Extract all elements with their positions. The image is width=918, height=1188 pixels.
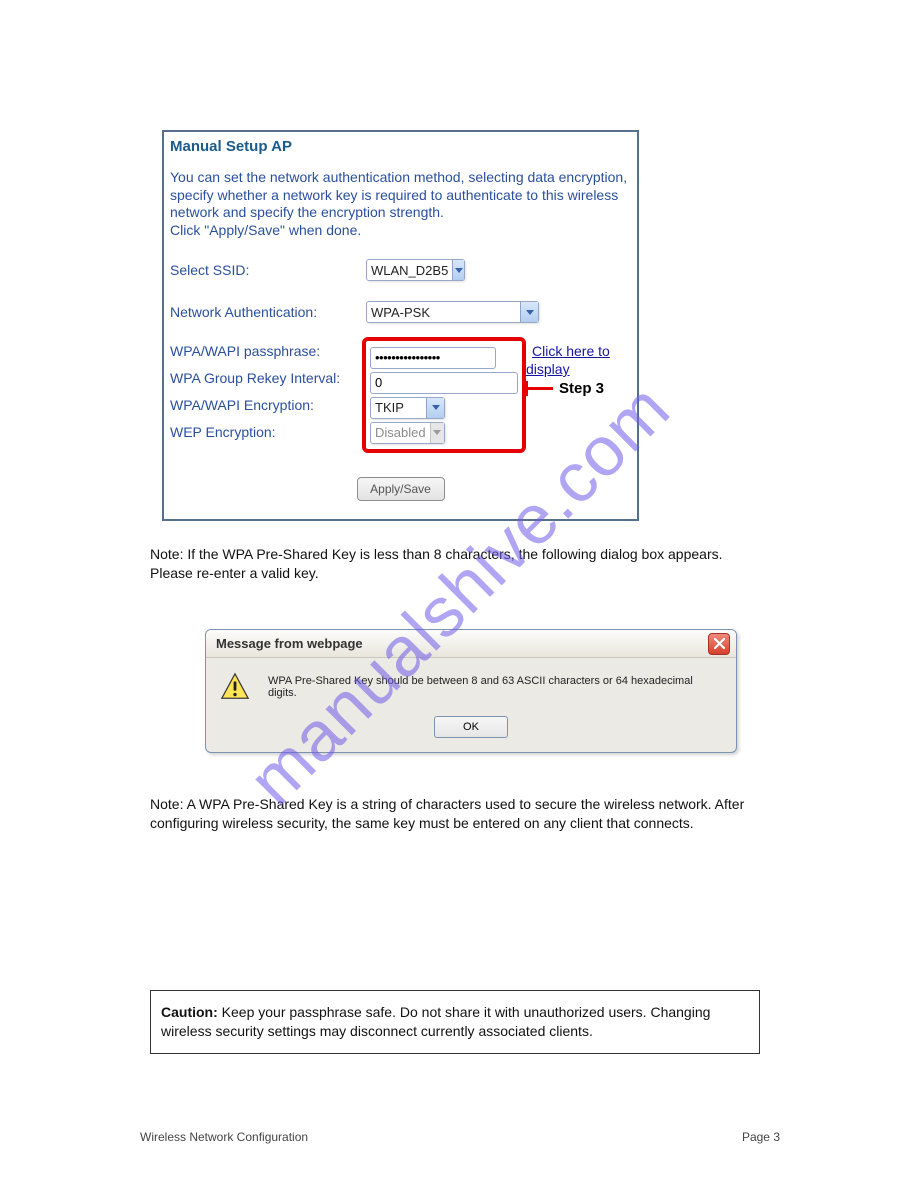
note-before-dialog: Note: If the WPA Pre-Shared Key is less … <box>150 545 760 583</box>
ssid-select[interactable]: WLAN_D2B5 <box>366 259 465 281</box>
encryption-value: TKIP <box>371 400 426 415</box>
note-after-dialog: Note: A WPA Pre-Shared Key is a string o… <box>150 795 750 833</box>
close-icon <box>714 638 725 649</box>
page-footer: Wireless Network Configuration Page 3 <box>140 1130 780 1144</box>
ssid-value: WLAN_D2B5 <box>367 263 452 278</box>
caution-body: Keep your passphrase safe. Do not share … <box>161 1004 710 1039</box>
ssid-label: Select SSID: <box>170 262 366 278</box>
footer-left: Wireless Network Configuration <box>140 1130 308 1144</box>
wep-value: Disabled <box>371 425 430 440</box>
dialog-message: WPA Pre-Shared Key should be between 8 a… <box>268 675 722 699</box>
display-passphrase-link[interactable]: Click here to display <box>526 343 610 377</box>
footer-right: Page 3 <box>742 1130 780 1144</box>
close-button[interactable] <box>708 633 730 655</box>
chevron-down-icon <box>452 260 464 280</box>
panel-intro: You can set the network authentication m… <box>170 169 631 239</box>
auth-label: Network Authentication: <box>170 304 366 320</box>
step3-label: Step 3 <box>559 380 604 397</box>
chevron-down-icon <box>430 423 444 443</box>
ok-button[interactable]: OK <box>434 716 508 738</box>
chevron-down-icon <box>426 398 444 418</box>
passphrase-label: WPA/WAPI passphrase: <box>170 337 366 364</box>
warning-icon <box>220 672 250 702</box>
auth-value: WPA-PSK <box>367 305 520 320</box>
wep-select: Disabled <box>370 422 445 444</box>
panel-title: Manual Setup AP <box>170 138 631 155</box>
chevron-down-icon <box>520 302 538 322</box>
config-panel: Manual Setup AP You can set the network … <box>162 130 639 521</box>
step3-highlight-box: TKIP Disabled <box>362 337 526 453</box>
apply-save-button[interactable]: Apply/Save <box>357 477 445 501</box>
rekey-label: WPA Group Rekey Interval: <box>170 364 366 391</box>
dialog-titlebar: Message from webpage <box>206 630 736 658</box>
passphrase-input[interactable] <box>370 347 496 369</box>
caution-title: Caution: <box>161 1004 218 1020</box>
dialog-title: Message from webpage <box>216 636 363 651</box>
step3-callout: Step 3 <box>525 380 604 397</box>
wep-label: WEP Encryption: <box>170 418 366 445</box>
callout-line <box>525 387 553 390</box>
caution-box: Caution: Keep your passphrase safe. Do n… <box>150 990 760 1054</box>
rekey-input[interactable] <box>370 372 518 394</box>
auth-select[interactable]: WPA-PSK <box>366 301 539 323</box>
encryption-label: WPA/WAPI Encryption: <box>170 391 366 418</box>
encryption-select[interactable]: TKIP <box>370 397 445 419</box>
message-dialog: Message from webpage WPA Pre-Shared Key … <box>205 629 737 753</box>
